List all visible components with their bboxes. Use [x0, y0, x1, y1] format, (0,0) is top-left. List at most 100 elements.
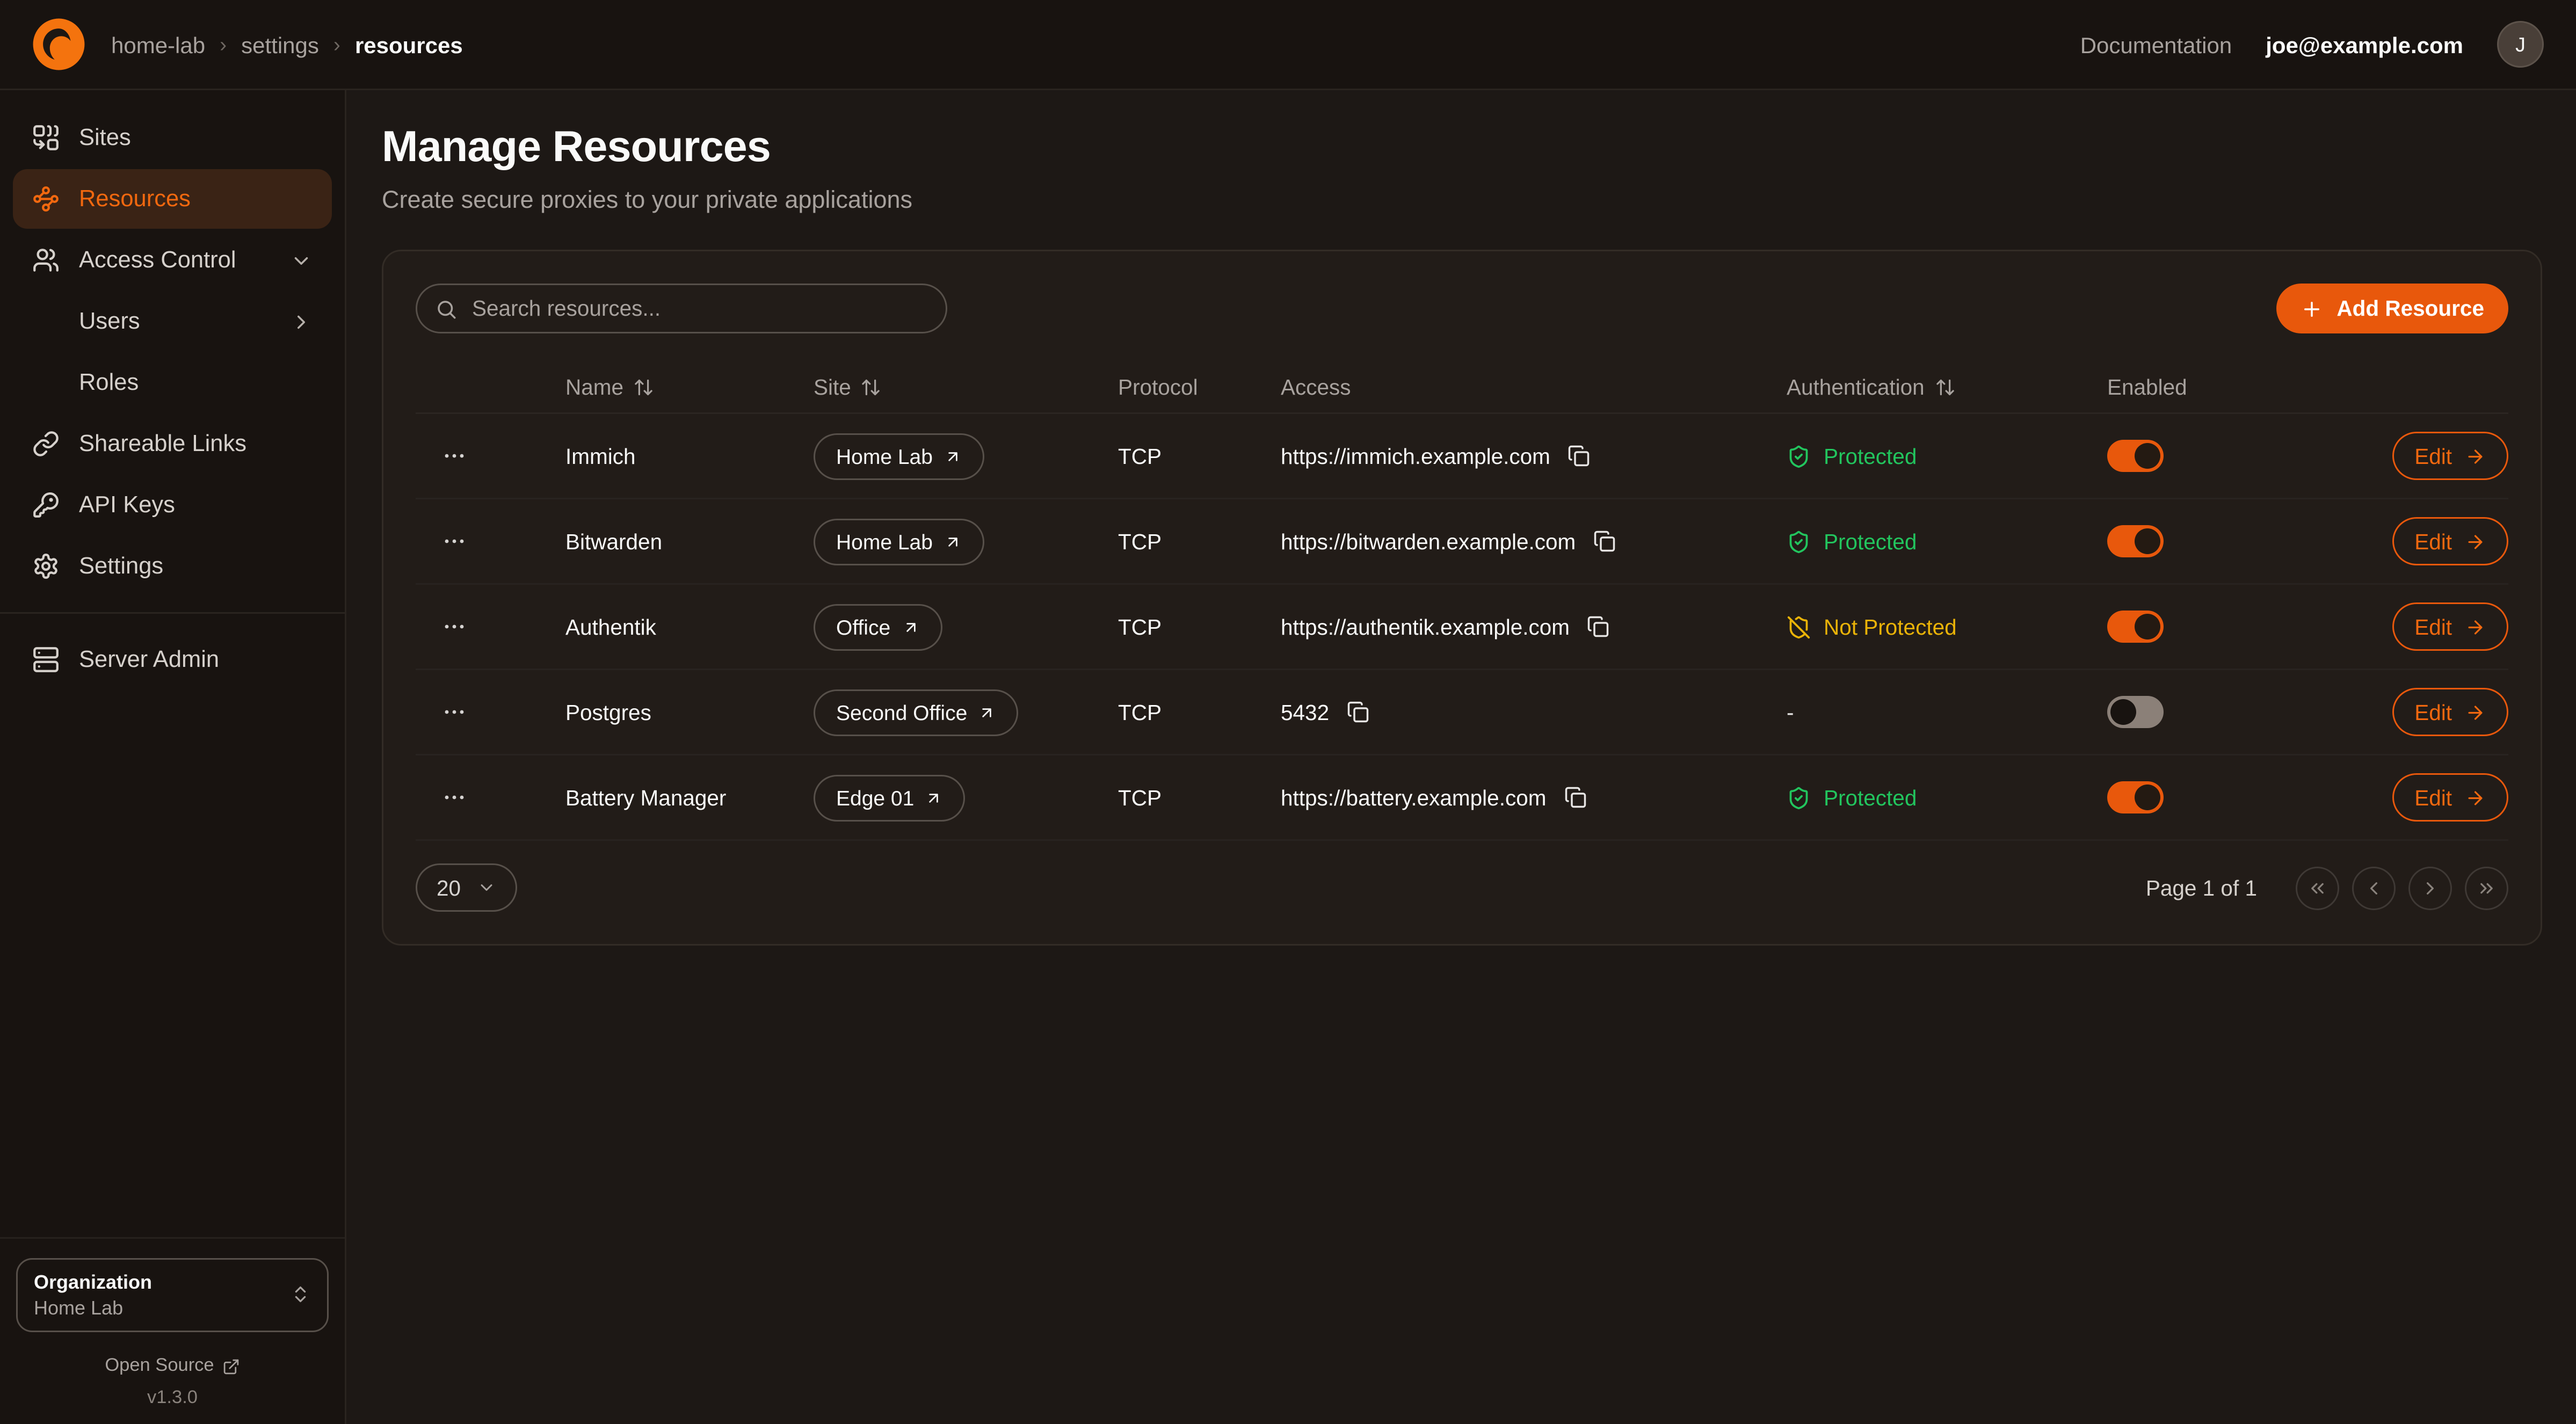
copy-icon[interactable] — [1561, 783, 1590, 812]
row-actions-button[interactable] — [435, 437, 474, 475]
add-resource-button[interactable]: Add Resource — [2277, 284, 2508, 333]
site-link-badge[interactable]: Home Lab — [814, 433, 984, 479]
toggle-thumb — [2135, 614, 2160, 640]
sidebar-item-resources[interactable]: Resources — [13, 169, 332, 229]
auth-status-label: Not Protected — [1824, 615, 1957, 639]
plus-icon — [2301, 297, 2324, 320]
edit-label: Edit — [2414, 700, 2452, 724]
copy-icon[interactable] — [1590, 527, 1619, 556]
edit-button[interactable]: Edit — [2392, 773, 2508, 822]
previous-page-button[interactable] — [2352, 866, 2396, 910]
last-page-button[interactable] — [2465, 866, 2508, 910]
edit-label: Edit — [2414, 444, 2452, 468]
row-actions-button[interactable] — [435, 693, 474, 731]
resource-name: Battery Manager — [565, 786, 726, 810]
search-input[interactable] — [416, 284, 947, 333]
avatar[interactable]: J — [2497, 21, 2544, 68]
edit-button[interactable]: Edit — [2392, 602, 2508, 651]
first-page-button[interactable] — [2296, 866, 2339, 910]
main-content: Manage Resources Create secure proxies t… — [346, 90, 2576, 1424]
breadcrumb-org[interactable]: home-lab — [111, 32, 205, 57]
resource-name: Immich — [565, 444, 636, 468]
edit-button[interactable]: Edit — [2392, 432, 2508, 480]
arrow-up-right-icon — [944, 447, 962, 465]
toggle-thumb — [2135, 443, 2160, 469]
auth-status-badge: Protected — [1787, 786, 1917, 810]
page-size-select[interactable]: 20 — [416, 863, 517, 912]
table-row: Battery Manager Edge 01 TCP https://batt… — [416, 755, 2508, 841]
site-name: Home Lab — [836, 529, 933, 554]
protocol-value: TCP — [1118, 786, 1162, 810]
auth-status-badge: Not Protected — [1787, 615, 1957, 639]
enabled-toggle[interactable] — [2107, 611, 2164, 643]
app-window: home-lab › settings › resources Document… — [0, 0, 2576, 1424]
documentation-link[interactable]: Documentation — [2080, 32, 2232, 57]
organization-value: Home Lab — [34, 1295, 290, 1321]
row-actions-button[interactable] — [435, 778, 474, 817]
enabled-toggle[interactable] — [2107, 781, 2164, 813]
row-actions-button[interactable] — [435, 607, 474, 646]
site-link-badge[interactable]: Office — [814, 604, 942, 650]
copy-icon[interactable] — [1584, 612, 1613, 641]
next-page-button[interactable] — [2408, 866, 2452, 910]
edit-button[interactable]: Edit — [2392, 517, 2508, 565]
user-email[interactable]: joe@example.com — [2266, 32, 2463, 57]
sidebar-item-server-admin[interactable]: Server Admin — [13, 630, 332, 689]
sidebar-item-users[interactable]: Users — [13, 292, 332, 351]
sidebar-item-sites[interactable]: Sites — [13, 108, 332, 168]
sort-icon — [861, 377, 882, 398]
edit-label: Edit — [2414, 786, 2452, 810]
search-icon — [435, 297, 458, 320]
sidebar-item-label: Users — [79, 309, 140, 335]
row-actions-button[interactable] — [435, 522, 474, 561]
copy-icon[interactable] — [1344, 698, 1373, 726]
ellipsis-icon — [441, 784, 467, 810]
enabled-toggle[interactable] — [2107, 525, 2164, 557]
column-header-protocol: Protocol — [1118, 375, 1198, 399]
column-header-authentication[interactable]: Authentication — [1787, 375, 1955, 399]
auth-status-label: - — [1787, 700, 1794, 724]
shield-off-icon — [1787, 615, 1811, 639]
site-link-badge[interactable]: Second Office — [814, 689, 1019, 736]
site-name: Edge 01 — [836, 786, 914, 810]
site-name: Second Office — [836, 700, 967, 724]
edit-button[interactable]: Edit — [2392, 688, 2508, 736]
protocol-value: TCP — [1118, 444, 1162, 468]
sidebar-item-label: Shareable Links — [79, 431, 246, 457]
toggle-thumb — [2135, 784, 2160, 810]
column-header-site[interactable]: Site — [814, 375, 882, 399]
sidebar-item-roles[interactable]: Roles — [13, 353, 332, 412]
pangolin-logo-icon[interactable] — [32, 18, 85, 71]
chevron-left-icon — [2363, 877, 2384, 898]
enabled-toggle[interactable] — [2107, 696, 2164, 728]
arrow-right-icon — [2465, 787, 2486, 808]
sidebar-item-label: Roles — [79, 370, 139, 396]
sort-icon — [633, 377, 654, 398]
breadcrumb-settings[interactable]: settings — [241, 32, 319, 57]
auth-status-badge: Protected — [1787, 444, 1917, 468]
topbar-right: Documentation joe@example.com J — [2080, 21, 2544, 68]
external-link-icon — [222, 1357, 240, 1375]
arrow-up-right-icon — [944, 533, 962, 550]
copy-icon[interactable] — [1565, 441, 1594, 470]
organization-selector[interactable]: Organization Home Lab — [16, 1258, 329, 1332]
sidebar-item-api-keys[interactable]: API Keys — [13, 475, 332, 535]
shield-check-icon — [1787, 786, 1811, 810]
table-body: Immich Home Lab TCP https://immich.examp… — [416, 414, 2508, 841]
site-link-badge[interactable]: Edge 01 — [814, 774, 966, 821]
resources-icon — [32, 185, 60, 213]
open-source-link[interactable]: Open Source — [16, 1356, 329, 1376]
sidebar-item-label: Sites — [79, 125, 131, 151]
sidebar-item-shareable-links[interactable]: Shareable Links — [13, 414, 332, 474]
sidebar-item-access-control[interactable]: Access Control — [13, 230, 332, 290]
page-size-value: 20 — [437, 876, 461, 900]
protocol-value: TCP — [1118, 615, 1162, 639]
column-header-name[interactable]: Name — [565, 375, 654, 399]
chevrons-left-icon — [2307, 877, 2328, 898]
enabled-toggle[interactable] — [2107, 440, 2164, 472]
site-link-badge[interactable]: Home Lab — [814, 518, 984, 565]
sidebar-item-label: Settings — [79, 554, 163, 579]
open-source-label: Open Source — [105, 1356, 214, 1376]
column-label: Site — [814, 375, 851, 399]
sidebar-item-settings[interactable]: Settings — [13, 536, 332, 596]
